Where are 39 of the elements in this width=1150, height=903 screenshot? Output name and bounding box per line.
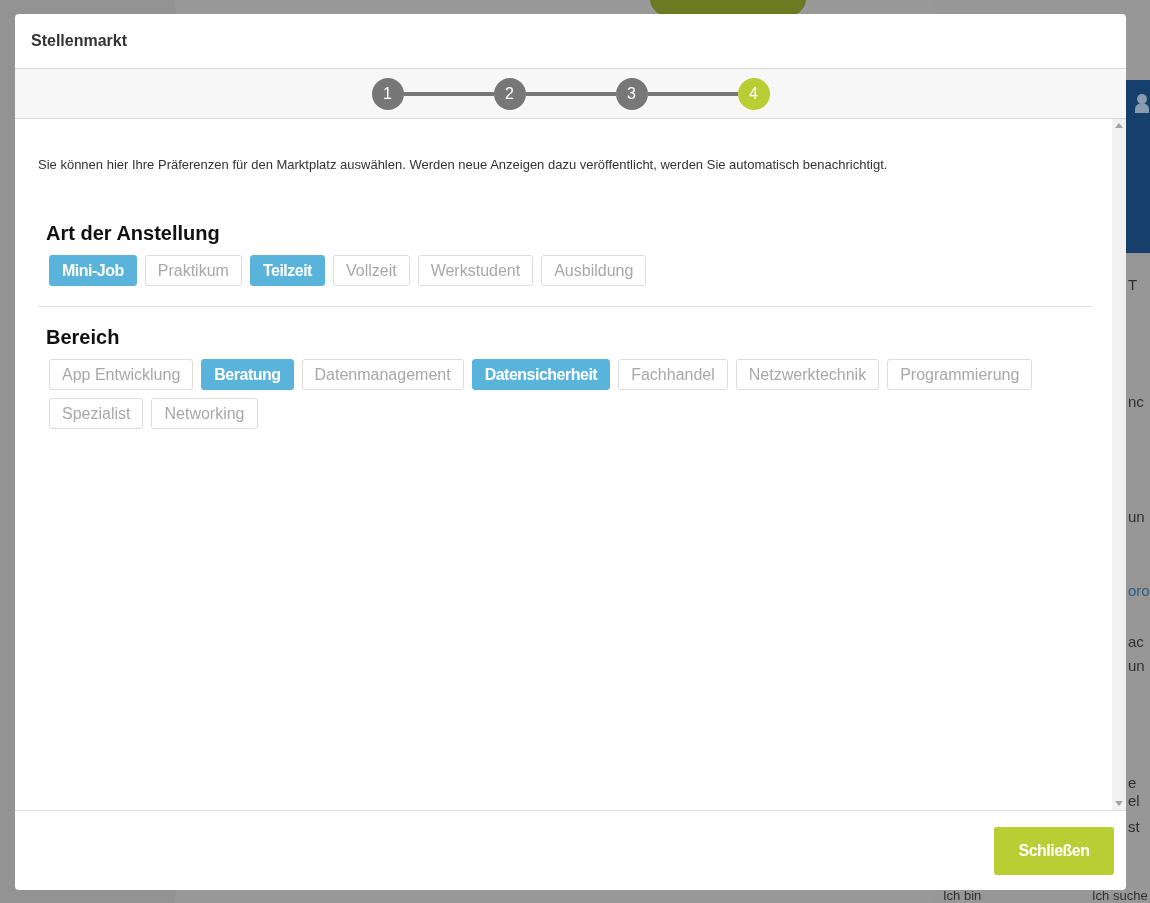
text-fragment: ac [1128,634,1144,649]
option-toggle[interactable]: Netzwerktechnik [735,358,880,390]
text-fragment: el [1128,793,1140,808]
text-fragment: Ich suche [1092,889,1148,902]
option-toggle[interactable]: Spezialist [49,397,144,429]
text-fragment: e [1128,775,1137,790]
step-indicator[interactable]: 1 [371,77,404,110]
step-indicator[interactable]: 4 [737,77,770,110]
scroll-down-icon [1115,801,1123,806]
scrollbar[interactable] [1112,119,1126,810]
option-toggle[interactable]: Teilzeit [249,254,325,286]
section-heading: Bereich [46,324,121,349]
option-toggle[interactable]: Datensicherheit [471,358,611,390]
text-fragment: un [1128,509,1145,524]
close-button[interactable]: Schließen [994,826,1114,875]
section-heading: Art der Anstellung [46,220,221,245]
text-fragment: st [1128,819,1140,834]
option-toggle[interactable]: App Entwicklung [49,358,194,390]
step-indicator[interactable]: 2 [493,77,526,110]
text-fragment: T [1128,277,1138,292]
option-toggle[interactable]: Programmierung [887,358,1033,390]
option-toggle[interactable]: Beratung [201,358,294,390]
option-toggle[interactable]: Datenmanagement [301,358,464,390]
option-toggle[interactable]: Werkstudent [417,254,534,286]
scroll-up-icon [1115,123,1123,128]
user-icon [1135,93,1149,113]
text-fragment: un [1128,658,1145,673]
option-toggle[interactable]: Praktikum [144,254,242,286]
text-fragment: nc [1128,394,1144,409]
option-toggle[interactable]: Vollzeit [332,254,410,286]
option-toggle[interactable]: Fachhandel [618,358,728,390]
link-fragment[interactable]: oro [1128,583,1150,598]
modal-title: Stellenmarkt [31,31,128,51]
option-toggle[interactable]: Mini-Job [49,254,137,286]
step-indicator[interactable]: 3 [615,77,648,110]
option-toggle[interactable]: Ausbildung [541,254,647,286]
option-toggle[interactable]: Networking [151,397,258,429]
intro-text: Sie können hier Ihre Präferenzen für den Marktplatz auswählen. Werden neue Anzeigen dazu veröffentlicht, werden Sie automatisch benachrichtigt. [38,156,889,174]
text-fragment: Ich bin [943,889,982,902]
